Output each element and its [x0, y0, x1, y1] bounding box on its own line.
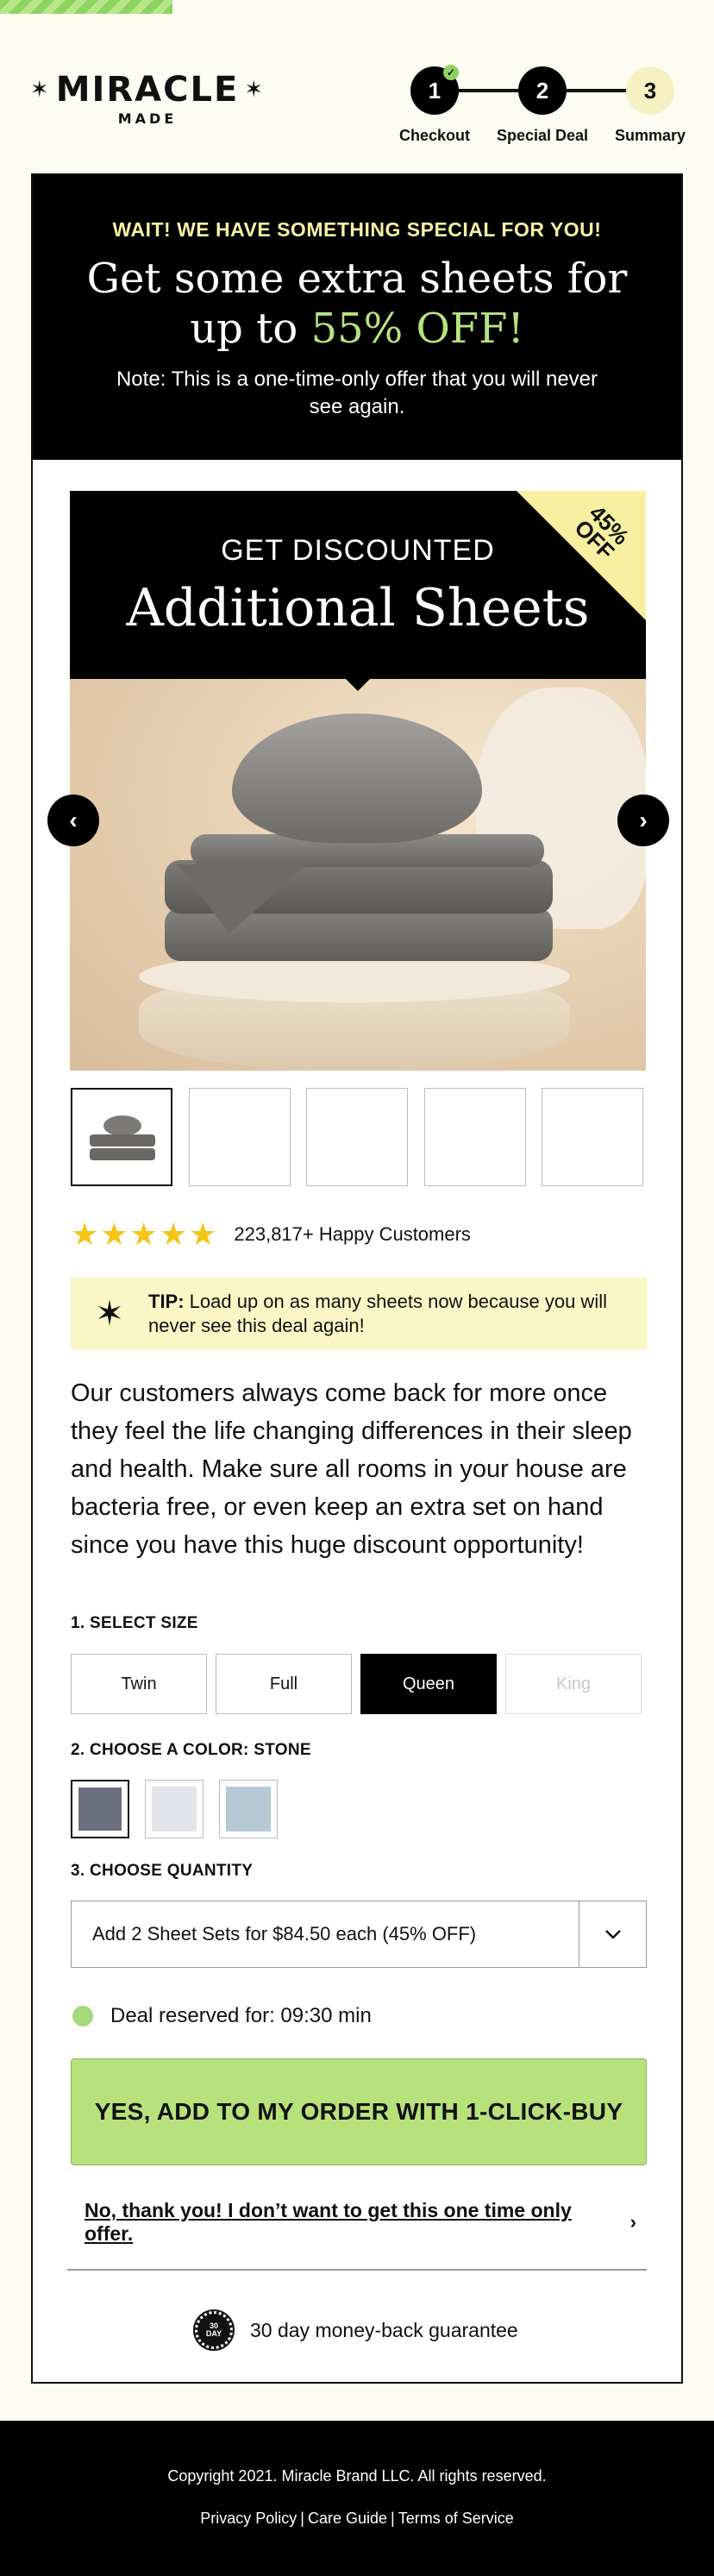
care-guide-link[interactable]: Care Guide: [308, 2510, 387, 2527]
privacy-policy-link[interactable]: Privacy Policy: [200, 2510, 297, 2527]
chevron-right-icon: ›: [639, 807, 648, 833]
discount-highlight: 55% OFF!: [310, 305, 524, 353]
header: ✶ MIRACLE ✶ MADE 1 ✓ Checkout 2 Special …: [0, 14, 714, 160]
product-image: [70, 679, 646, 1071]
product-gallery: GET DISCOUNTED Additional Sheets 45% OFF: [70, 491, 646, 1071]
deal-timer: Deal reserved for: 09:30 min: [72, 2004, 372, 2028]
step-special-deal: 2 Special Deal: [491, 60, 594, 145]
chevron-down-icon: [579, 1901, 646, 1967]
checkout-steps: 1 ✓ Checkout 2 Special Deal 3 Summary: [393, 60, 695, 155]
offer-headline: Get some extra sheets for up to 55% OFF!: [86, 254, 628, 353]
guarantee-text: 30 day money-back guarantee: [250, 2318, 518, 2341]
step-checkout: 1 ✓ Checkout: [383, 60, 486, 145]
quantity-select[interactable]: Add 2 Sheet Sets for $84.50 each (45% OF…: [71, 1901, 647, 1968]
logo-subtitle: MADE: [117, 110, 178, 127]
tip-box: ✶ TIP: Load up on as many sheets now bec…: [71, 1278, 647, 1350]
step-label: Checkout: [398, 127, 470, 144]
color-swatch-blue[interactable]: [219, 1780, 278, 1838]
terms-of-service-link[interactable]: Terms of Service: [398, 2510, 514, 2527]
logo-star-icon: ✶: [244, 77, 266, 103]
gallery-prev-button[interactable]: ‹: [47, 795, 99, 846]
color-swatch-white[interactable]: [145, 1780, 204, 1838]
size-label: 1. SELECT SIZE: [71, 1614, 198, 1632]
step-number: 3: [643, 77, 657, 104]
star-rating-icon: ★★★★★: [71, 1216, 219, 1252]
step-number: 2: [536, 77, 549, 104]
color-swatch-stone[interactable]: [71, 1780, 129, 1838]
copyright: Copyright 2021. Miracle Brand LLC. All r…: [167, 2467, 547, 2485]
thumbnail-4[interactable]: [424, 1088, 526, 1186]
gallery-next-button[interactable]: ›: [617, 795, 669, 846]
step-number: 1: [428, 77, 442, 104]
product-description: Our customers always come back for more …: [71, 1379, 632, 1559]
deal-timer-text: Deal reserved for: 09:30 min: [110, 2004, 372, 2027]
decline-offer-link[interactable]: No, thank you! I don’t want to get this …: [85, 2199, 636, 2246]
sparkle-icon: ✶: [95, 1295, 124, 1333]
thumbnail-5[interactable]: [542, 1088, 643, 1186]
step-label: Special Deal: [496, 127, 589, 144]
guarantee-badge-icon: 30 DAY: [193, 2309, 235, 2351]
footer-links: Privacy Policy | Care Guide | Terms of Servi…: [200, 2510, 514, 2527]
status-dot-icon: [72, 2006, 93, 2026]
gallery-header: GET DISCOUNTED Additional Sheets 45% OFF: [70, 491, 646, 679]
size-full-button[interactable]: Full: [216, 1654, 352, 1714]
offer-card: WAIT! WE HAVE SOMETHING SPECIAL FOR YOU!…: [31, 173, 683, 2384]
chevron-left-icon: ‹: [69, 807, 78, 833]
logo-star-icon: ✶: [29, 77, 51, 103]
top-progress-stripe: [0, 0, 172, 14]
add-to-order-button[interactable]: YES, ADD TO MY ORDER WITH 1-CLICK-BUY: [71, 2058, 647, 2165]
size-queen-button[interactable]: Queen: [360, 1654, 497, 1714]
logo-wordmark: MIRACLE: [55, 70, 240, 110]
offer-kicker: WAIT! WE HAVE SOMETHING SPECIAL FOR YOU!: [112, 218, 602, 241]
quantity-selected-value: Add 2 Sheet Sets for $84.50 each (45% OF…: [92, 1923, 477, 1945]
thumbnail-3[interactable]: [306, 1088, 408, 1186]
guarantee: 30 DAY 30 day money-back guarantee: [193, 2309, 518, 2351]
footer: Copyright 2021. Miracle Brand LLC. All r…: [0, 2421, 714, 2576]
offer-note: Note: This is a one-time-only offer that…: [116, 368, 598, 418]
step-summary: 3 Summary: [598, 60, 702, 145]
tip-label: TIP:: [148, 1291, 185, 1312]
brand-logo[interactable]: ✶ MIRACLE ✶ MADE: [29, 70, 266, 127]
quantity-label: 3. CHOOSE QUANTITY: [71, 1862, 254, 1880]
rating-row: ★★★★★ 223,817+ Happy Customers: [71, 1216, 471, 1252]
step-label: Summary: [614, 127, 686, 144]
decline-offer-text: No, thank you! I don’t want to get this …: [85, 2199, 572, 2245]
gallery-pointer: [344, 677, 372, 691]
chevron-right-icon: ›: [629, 2211, 636, 2233]
thumbnail-1[interactable]: [71, 1088, 172, 1186]
size-twin-button[interactable]: Twin: [71, 1654, 207, 1714]
size-selector: Twin Full Queen King: [71, 1654, 647, 1714]
check-icon: ✓: [443, 65, 459, 80]
gallery-thumbnails: [71, 1088, 647, 1188]
divider: [67, 2269, 647, 2271]
customer-count: 223,817+ Happy Customers: [234, 1223, 471, 1245]
thumbnail-2[interactable]: [189, 1088, 291, 1186]
color-label: 2. CHOOSE A COLOR: STONE: [71, 1741, 311, 1759]
offer-banner: WAIT! WE HAVE SOMETHING SPECIAL FOR YOU!…: [33, 175, 681, 460]
size-king-button[interactable]: King: [505, 1654, 642, 1714]
tip-text: Load up on as many sheets now because yo…: [148, 1291, 607, 1336]
